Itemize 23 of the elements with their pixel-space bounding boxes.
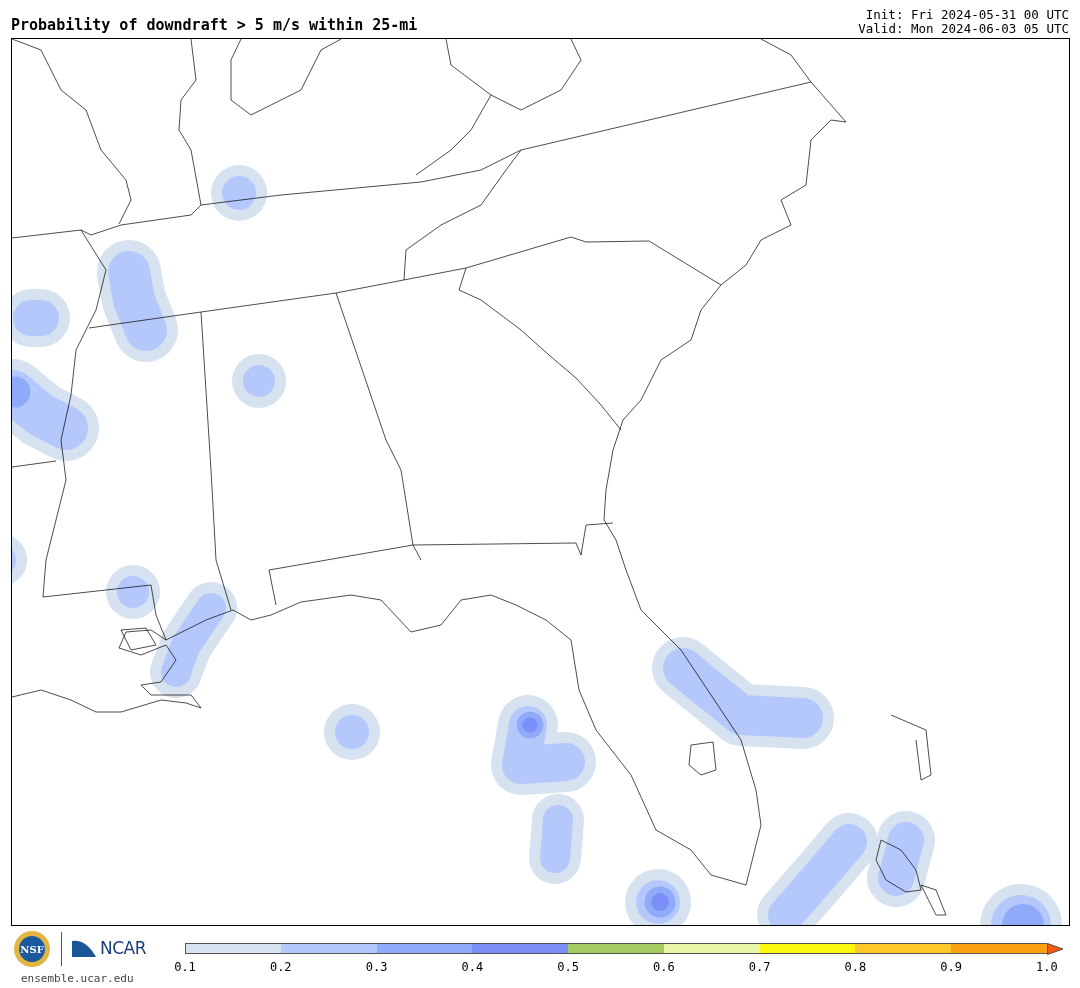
tick-label: 0.7 [747, 959, 772, 976]
init-time: Init: Fri 2024-05-31 00 UTC [864, 8, 1069, 22]
valid-time: Valid: Mon 2024-06-03 05 UTC [858, 22, 1069, 36]
tick-label: 0.3 [364, 959, 389, 976]
probability-area [12, 289, 70, 347]
nsf-logo: NSF [13, 930, 51, 968]
tick-label: 1.0 [1035, 959, 1059, 976]
ncar-logo-text: NCAR [100, 937, 147, 961]
tick-label: 0.9 [939, 959, 963, 976]
tick-label: 0.5 [556, 959, 580, 976]
tick-label: 0.6 [652, 959, 676, 976]
tick-label: 0.4 [460, 959, 485, 976]
probability-area [625, 869, 692, 925]
tick-label: 0.2 [268, 959, 293, 976]
probability-area [211, 165, 268, 221]
tick-label: 0.8 [843, 959, 868, 976]
tick-label: 0.1 [173, 959, 197, 976]
ncar-logo-icon [72, 939, 96, 959]
chart-title: Probability of downdraft > 5 m/s within 25-mi [11, 15, 418, 36]
probability-area [12, 534, 28, 586]
probability-area [232, 354, 287, 408]
probability-area [324, 704, 381, 760]
website-url: ensemble.ucar.edu [20, 971, 135, 987]
